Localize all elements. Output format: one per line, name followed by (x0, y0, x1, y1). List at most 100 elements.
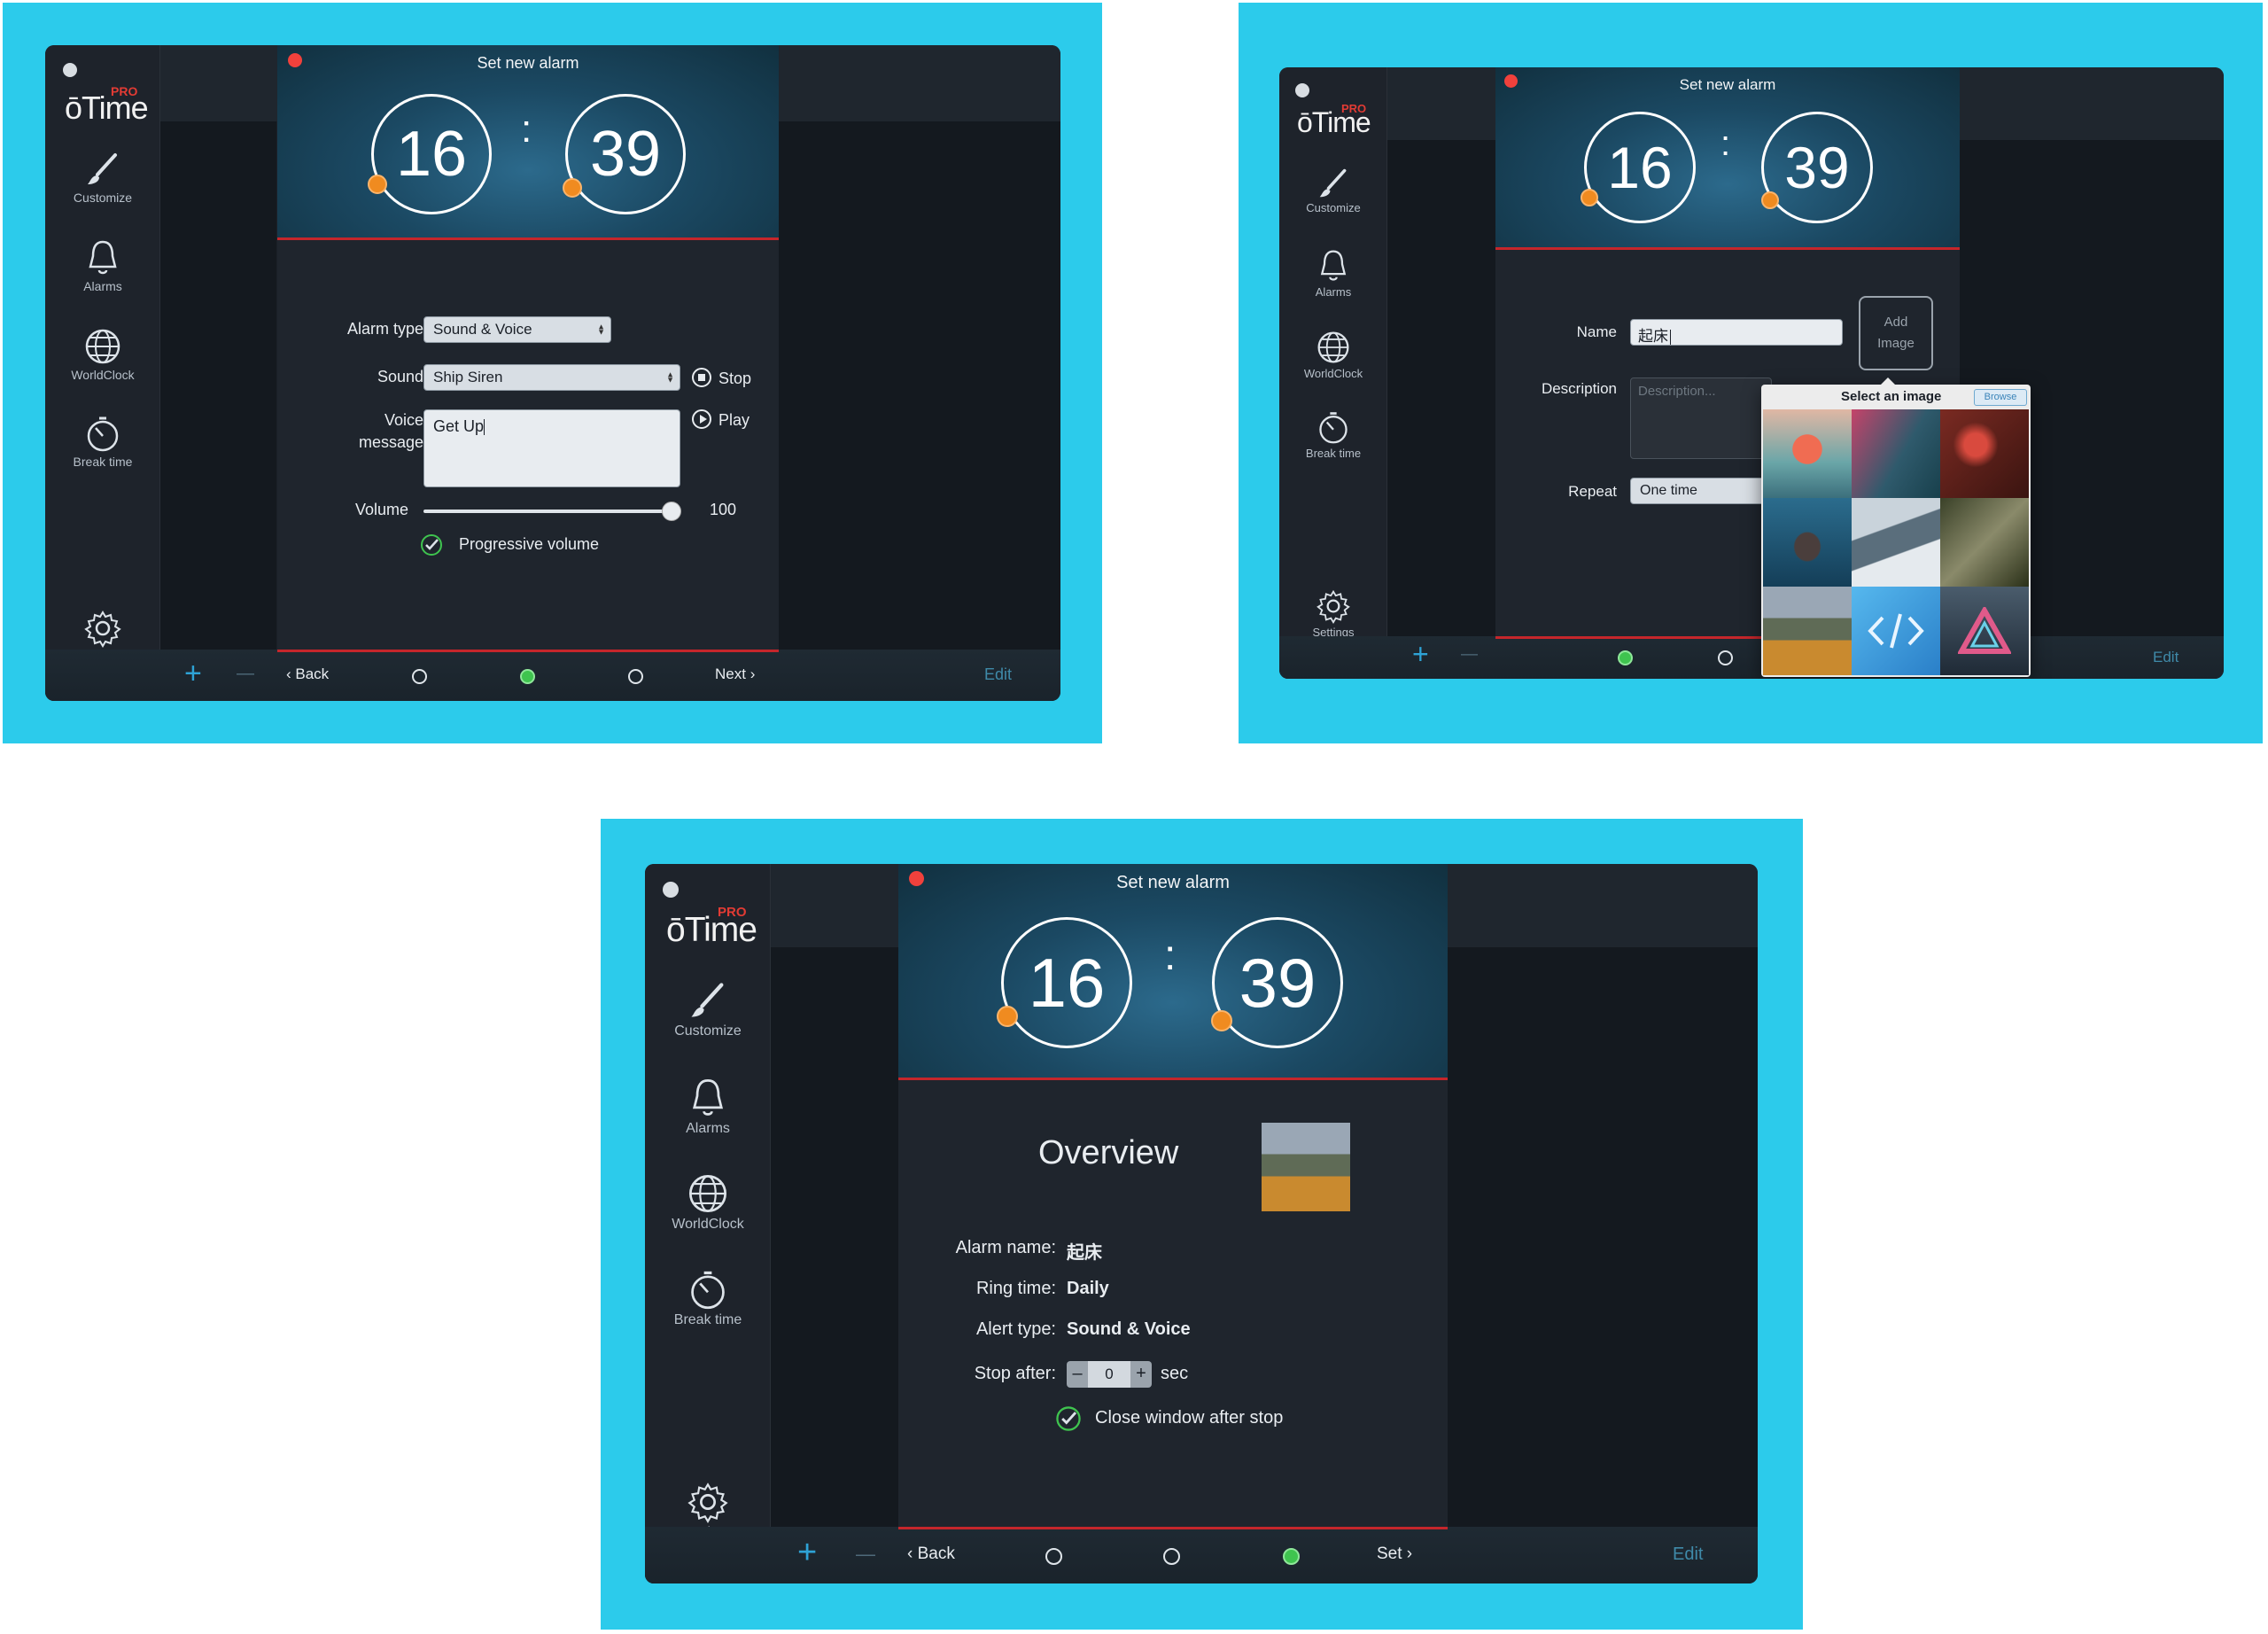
back-label: Back (295, 665, 330, 682)
set-label: Set (1377, 1545, 1402, 1563)
image-thumb-island[interactable] (1763, 498, 1852, 587)
hour-dial-handle[interactable] (368, 175, 387, 194)
checkmark-circle-icon[interactable] (1054, 1404, 1083, 1433)
app-window-3: PRO ōTime Customize Alarms WorldClock Br… (645, 864, 1758, 1583)
volume-slider[interactable] (423, 510, 670, 513)
minute-dial[interactable]: 39 (565, 94, 686, 214)
stop-after-label: Stop after: (974, 1364, 1056, 1383)
sidebar-item-alarms[interactable]: Alarms (1279, 248, 1387, 299)
stop-label[interactable]: Stop (718, 370, 751, 388)
add-alarm-button[interactable]: + (797, 1534, 817, 1572)
progressive-volume-label[interactable]: Progressive volume (459, 535, 599, 554)
play-button[interactable] (692, 409, 711, 429)
remove-alarm-button[interactable]: — (237, 664, 254, 684)
logo-name: ōTime (1297, 106, 1371, 139)
set-button[interactable]: Set › (1377, 1545, 1412, 1564)
hour-dial[interactable]: 16 (1001, 917, 1132, 1048)
hour-value: 16 (1028, 943, 1106, 1022)
dialog-title: Set new alarm (1679, 76, 1776, 93)
ring-time-label: Ring time: (975, 1279, 1056, 1298)
sidebar-item-worldclock[interactable]: WorldClock (1279, 330, 1387, 380)
image-thumb-triangle[interactable] (1940, 587, 2029, 675)
sidebar-item-alarms[interactable]: Alarms (645, 1077, 771, 1137)
add-image-button[interactable]: Add Image (1859, 296, 1933, 370)
play-label[interactable]: Play (718, 411, 750, 430)
image-thumb-code[interactable] (1852, 587, 1940, 675)
ring-time-value: Daily (1067, 1279, 1109, 1298)
volume-slider-thumb[interactable] (662, 502, 681, 521)
sidebar-item-worldclock[interactable]: WorldClock (45, 327, 160, 382)
sound-select[interactable]: Ship Siren ▲ ▼ (423, 364, 680, 391)
globe-icon (1317, 331, 1349, 363)
stop-button[interactable] (692, 368, 711, 387)
stop-square-icon (698, 374, 705, 381)
edit-button[interactable]: Edit (1673, 1545, 1703, 1565)
sidebar-item-alarms[interactable]: Alarms (45, 238, 160, 293)
name-label: Name (1576, 323, 1617, 340)
image-thumb-road[interactable] (1763, 587, 1852, 675)
minute-dial-handle[interactable] (1761, 191, 1779, 209)
hour-value: 16 (395, 119, 468, 190)
remove-alarm-button[interactable]: — (856, 1543, 875, 1566)
minute-dial[interactable]: 39 (1212, 917, 1343, 1048)
add-alarm-button[interactable]: + (184, 657, 202, 691)
image-thumb-mountains[interactable] (1852, 498, 1940, 587)
sound-label: Sound (377, 368, 423, 385)
code-icon (1868, 613, 1924, 649)
alarm-type-select[interactable]: Sound & Voice ▲ ▼ (423, 316, 611, 343)
step-dot-1 (1045, 1548, 1062, 1565)
edit-button[interactable]: Edit (2153, 649, 2179, 666)
add-alarm-button[interactable]: + (1412, 638, 1429, 671)
sidebar-item-breaktime[interactable]: Break time (1279, 409, 1387, 460)
sidebar-item-customize[interactable]: Customize (645, 981, 771, 1039)
hour-dial-handle[interactable] (1581, 189, 1598, 206)
voice-message-input[interactable]: Get Up (423, 409, 680, 487)
checkmark-circle-icon[interactable] (419, 533, 444, 557)
minute-dial-handle[interactable] (563, 178, 582, 198)
sidebar-item-label: Break time (1305, 447, 1362, 460)
image-thumb-leaf[interactable] (1940, 498, 2029, 587)
edit-button[interactable]: Edit (984, 665, 1012, 684)
stepper-decrement-button[interactable]: – (1067, 1361, 1088, 1388)
minute-dial-handle[interactable] (1211, 1010, 1232, 1031)
chevron-right-icon: › (1402, 1545, 1413, 1563)
sidebar-item-breaktime[interactable]: Break time (45, 414, 160, 469)
minute-dial[interactable]: 39 (1761, 112, 1873, 223)
remove-alarm-button[interactable]: — (1461, 645, 1478, 665)
chevron-left-icon: ‹ (286, 665, 296, 682)
alarm-image-thumbnail[interactable] (1262, 1123, 1350, 1211)
updown-arrows-icon: ▲ ▼ (597, 322, 605, 337)
window-close-dot[interactable] (63, 63, 77, 77)
sidebar-item-customize[interactable]: Customize (1279, 167, 1387, 214)
sidebar-item-customize[interactable]: Customize (45, 152, 160, 205)
sidebar-item-settings[interactable]: Settings (1279, 588, 1387, 639)
minus-icon: – (1072, 1364, 1083, 1383)
logo-name: ōTime (666, 911, 757, 950)
description-input[interactable]: Description... (1630, 377, 1772, 459)
stop-after-input[interactable]: 0 (1088, 1361, 1130, 1388)
back-button[interactable]: ‹ Back (907, 1545, 955, 1564)
hour-dial-handle[interactable] (997, 1006, 1018, 1027)
minute-value: 39 (1239, 943, 1317, 1022)
stepper-increment-button[interactable]: + (1130, 1361, 1152, 1388)
repeat-select[interactable]: One time (1630, 478, 1772, 504)
sidebar-item-breaktime[interactable]: Break time (645, 1268, 771, 1328)
back-button[interactable]: ‹ Back (286, 665, 329, 683)
image-thumb-sunset[interactable] (1763, 409, 1852, 498)
sidebar-item-worldclock[interactable]: WorldClock (645, 1172, 771, 1233)
hour-dial[interactable]: 16 (1584, 112, 1696, 223)
image-thumb-blossom[interactable] (1940, 409, 2029, 498)
close-window-label[interactable]: Close window after stop (1095, 1408, 1283, 1428)
add-image-line1: Add (1884, 315, 1908, 330)
name-input[interactable]: 起床 (1630, 319, 1843, 346)
repeat-value: One time (1640, 483, 1697, 498)
window-close-dot[interactable] (663, 882, 679, 898)
chevron-left-icon: ‹ (907, 1545, 918, 1563)
window-close-dot[interactable] (1295, 83, 1309, 97)
browse-button[interactable]: Browse (1974, 389, 2027, 406)
next-button[interactable]: Next › (715, 665, 755, 683)
image-thumb-forest[interactable] (1852, 409, 1940, 498)
hour-dial[interactable]: 16 (371, 94, 492, 214)
minute-value: 39 (589, 119, 662, 190)
alarm-type-label: Alarm type (346, 320, 423, 338)
